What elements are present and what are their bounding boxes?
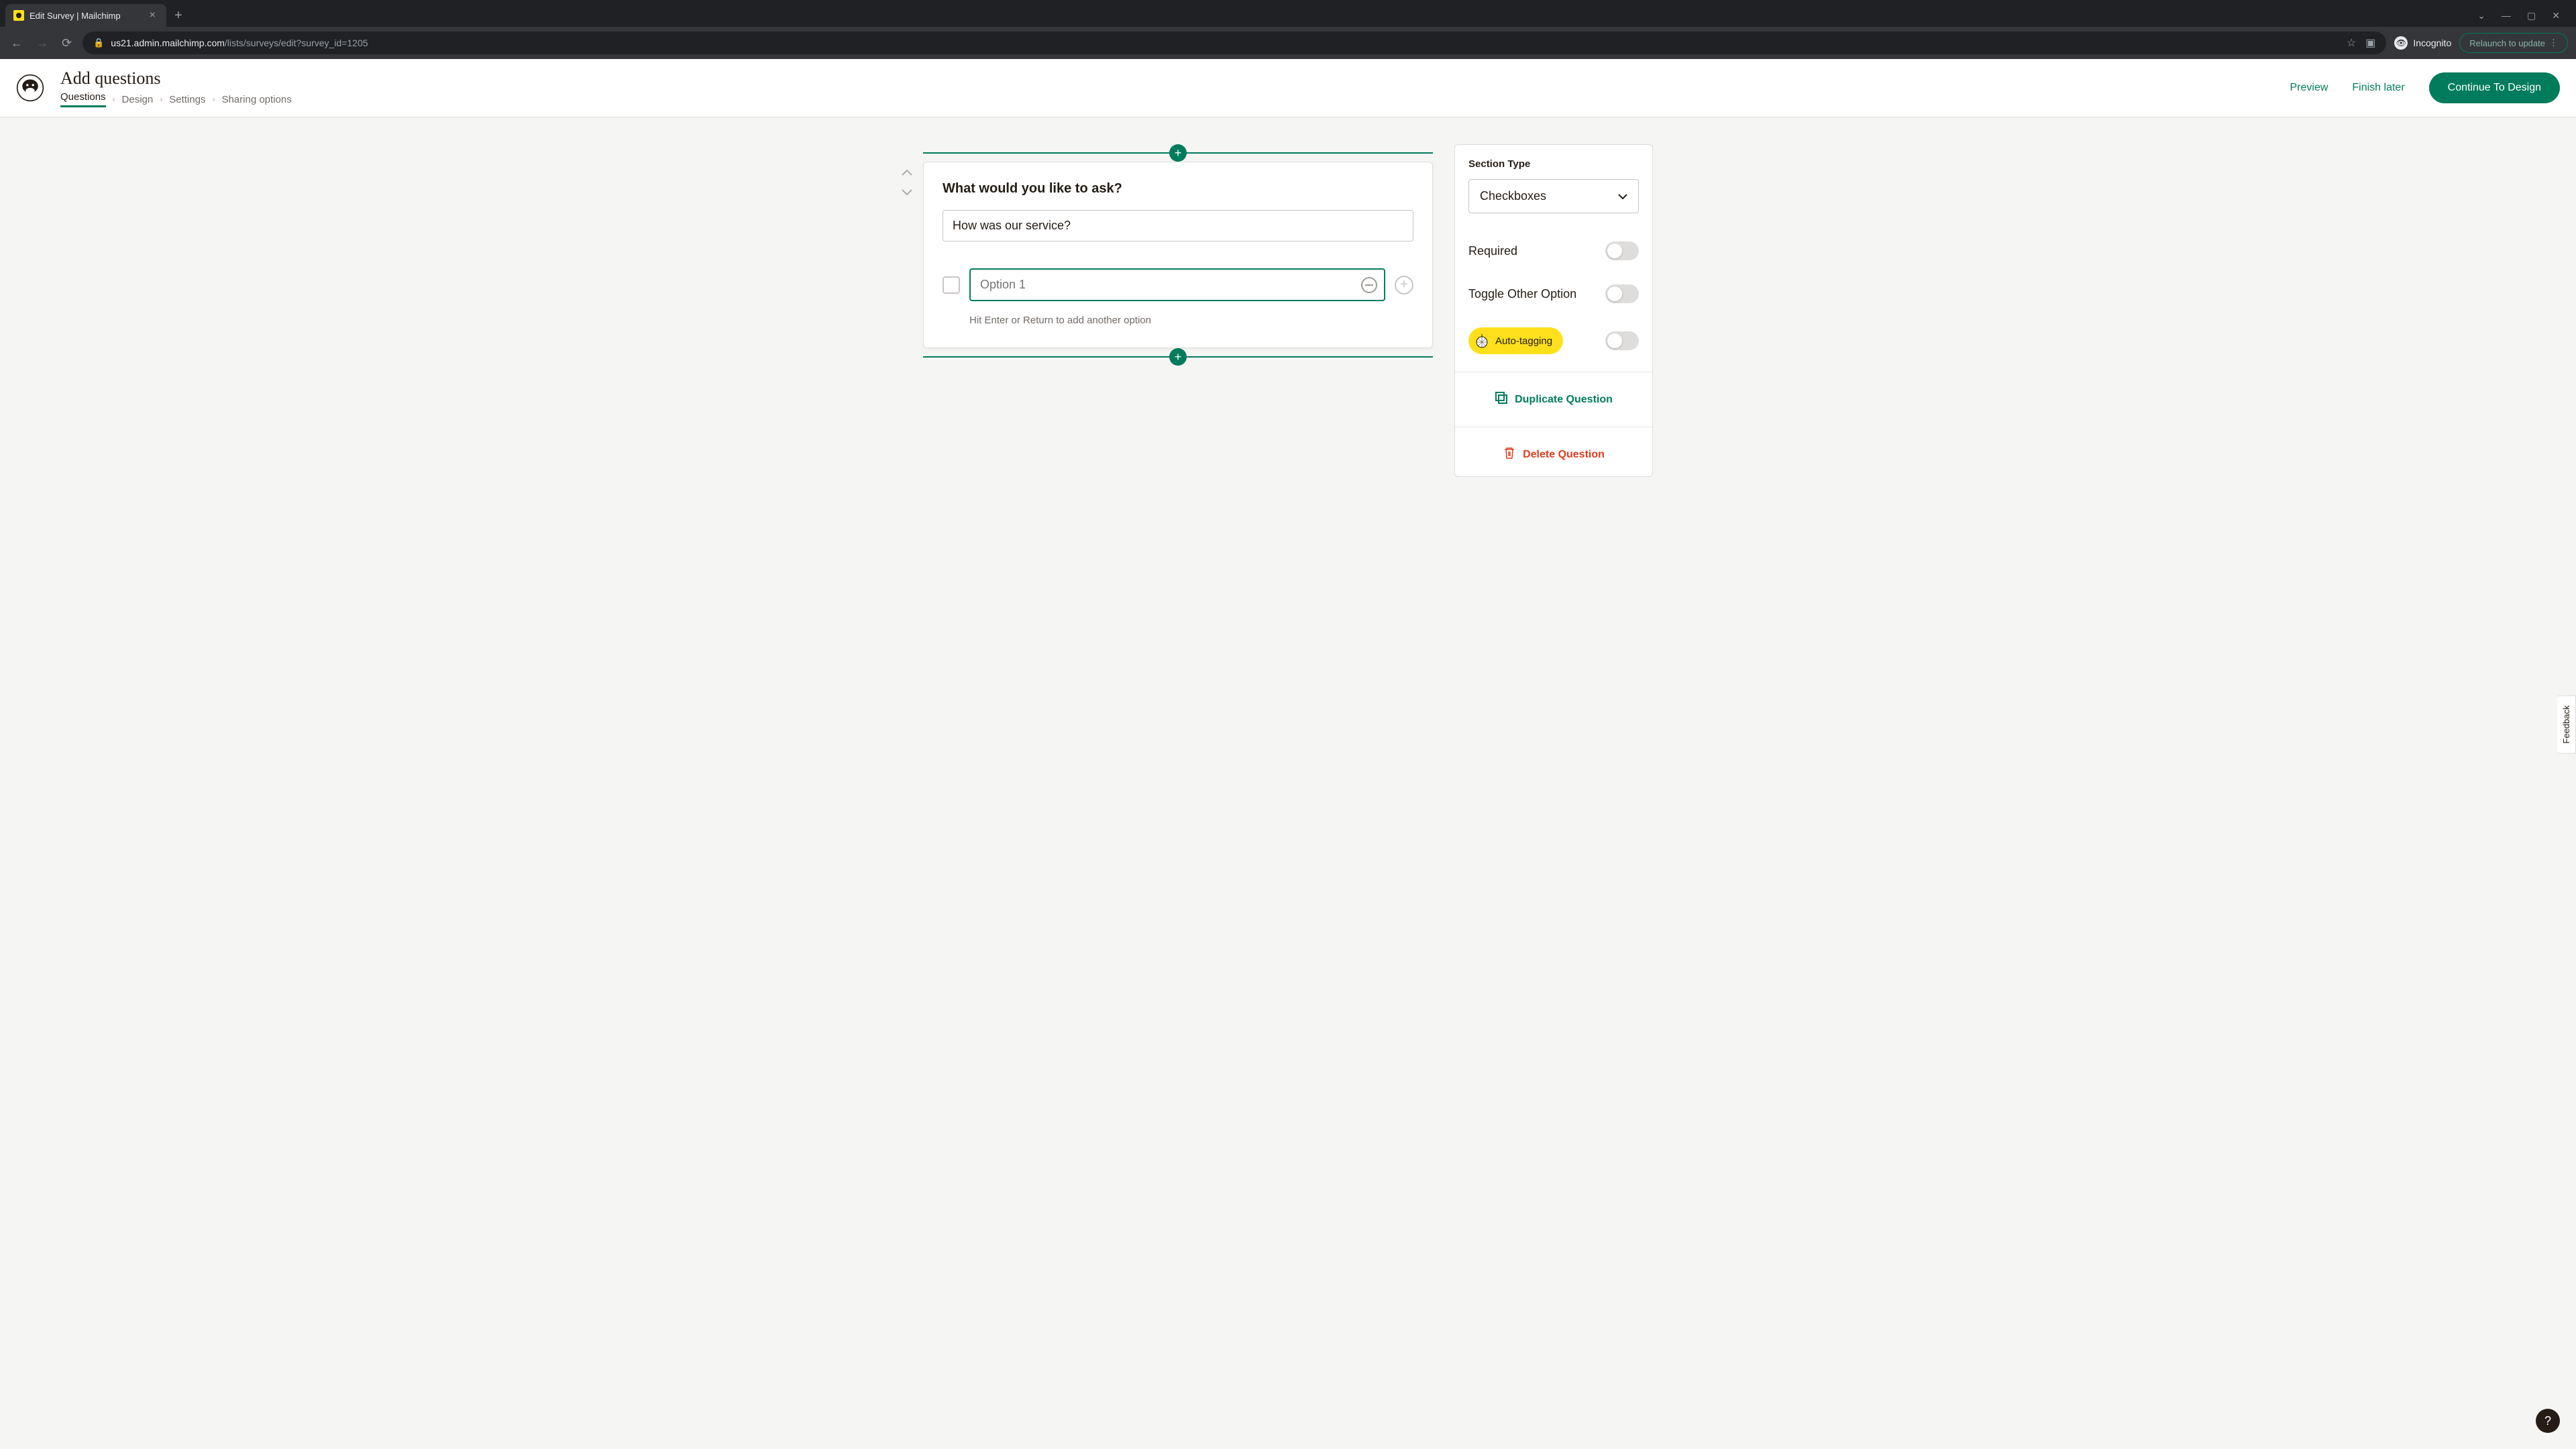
add-question-button[interactable]: + bbox=[1169, 144, 1187, 162]
favicon-icon bbox=[13, 10, 24, 21]
move-up-button[interactable] bbox=[902, 167, 912, 178]
chevron-right-icon: › bbox=[113, 95, 115, 104]
address-bar[interactable]: 🔒 us21.admin.mailchimp.com/lists/surveys… bbox=[83, 32, 2386, 54]
question-text-input[interactable] bbox=[943, 210, 1413, 241]
more-icon: ⋮ bbox=[2549, 38, 2558, 48]
browser-chrome: Edit Survey | Mailchimp × + ⌄ — ▢ ✕ ← → … bbox=[0, 0, 2576, 59]
finish-later-link[interactable]: Finish later bbox=[2352, 82, 2404, 94]
auto-tagging-toggle[interactable] bbox=[1605, 331, 1639, 350]
address-bar-row: ← → ⟳ 🔒 us21.admin.mailchimp.com/lists/s… bbox=[0, 27, 2576, 59]
duplicate-question-button[interactable]: Duplicate Question bbox=[1455, 378, 1652, 421]
relaunch-label: Relaunch to update bbox=[2469, 38, 2545, 48]
toggle-other-toggle[interactable] bbox=[1605, 284, 1639, 303]
mailchimp-logo-icon[interactable] bbox=[16, 74, 44, 102]
breadcrumb-questions[interactable]: Questions bbox=[60, 91, 106, 107]
incognito-label: Incognito bbox=[2413, 38, 2451, 48]
toggle-other-label: Toggle Other Option bbox=[1468, 287, 1576, 301]
add-question-button[interactable]: + bbox=[1169, 348, 1187, 366]
breadcrumb-sharing[interactable]: Sharing options bbox=[221, 94, 291, 105]
minimize-icon[interactable]: — bbox=[2502, 10, 2511, 21]
breadcrumb: Questions › Design › Settings › Sharing … bbox=[60, 91, 2273, 107]
preview-link[interactable]: Preview bbox=[2290, 82, 2328, 94]
help-button[interactable]: ? bbox=[2536, 1409, 2560, 1433]
lock-icon: 🔒 bbox=[93, 38, 104, 48]
toggle-knob bbox=[1607, 333, 1622, 348]
back-button[interactable]: ← bbox=[8, 34, 25, 53]
option-row: + bbox=[943, 268, 1413, 301]
url-path: /lists/surveys/edit?survey_id=1205 bbox=[225, 38, 368, 48]
page-title: Add questions bbox=[60, 68, 2273, 89]
option-input[interactable] bbox=[971, 270, 1361, 300]
section-type-section: Section Type Checkboxes bbox=[1455, 158, 1652, 229]
browser-tab[interactable]: Edit Survey | Mailchimp × bbox=[5, 4, 166, 27]
header-actions: Preview Finish later Continue To Design bbox=[2290, 72, 2560, 103]
url-domain: us21.admin.mailchimp.com bbox=[111, 38, 225, 48]
close-tab-icon[interactable]: × bbox=[147, 9, 158, 21]
remove-option-button[interactable] bbox=[1361, 277, 1377, 293]
auto-tagging-row: Auto-tagging bbox=[1455, 315, 1652, 366]
question-card: What would you like to ask? + Hit Enter … bbox=[923, 162, 1433, 348]
relaunch-button[interactable]: Relaunch to update ⋮ bbox=[2459, 33, 2568, 53]
maximize-icon[interactable]: ▢ bbox=[2527, 10, 2536, 21]
breadcrumb-settings[interactable]: Settings bbox=[169, 94, 205, 105]
window-controls: ⌄ — ▢ ✕ bbox=[2477, 10, 2571, 21]
duplicate-label: Duplicate Question bbox=[1515, 394, 1613, 406]
option-input-wrap bbox=[969, 268, 1385, 301]
reorder-controls bbox=[902, 167, 912, 198]
disco-ball-icon bbox=[1474, 333, 1490, 349]
chevron-right-icon: › bbox=[160, 95, 162, 104]
trash-icon bbox=[1503, 446, 1516, 463]
section-type-value: Checkboxes bbox=[1480, 189, 1546, 203]
required-label: Required bbox=[1468, 244, 1517, 258]
add-question-divider-top: + bbox=[923, 152, 1433, 154]
app-header: Add questions Questions › Design › Setti… bbox=[0, 59, 2576, 117]
config-panel: Section Type Checkboxes Required Toggle … bbox=[1454, 144, 1653, 477]
panel-icon[interactable]: ▣ bbox=[2365, 36, 2375, 50]
move-down-button[interactable] bbox=[902, 187, 912, 198]
chevron-down-icon[interactable]: ⌄ bbox=[2477, 10, 2485, 21]
delete-label: Delete Question bbox=[1523, 449, 1605, 461]
forward-button[interactable]: → bbox=[34, 34, 51, 53]
header-title-block: Add questions Questions › Design › Setti… bbox=[60, 68, 2273, 107]
main-content: + What would you like to ask? bbox=[0, 117, 2576, 504]
section-type-label: Section Type bbox=[1468, 158, 1639, 170]
section-type-select[interactable]: Checkboxes bbox=[1468, 179, 1639, 213]
auto-tagging-label: Auto-tagging bbox=[1495, 335, 1552, 347]
tab-bar: Edit Survey | Mailchimp × + ⌄ — ▢ ✕ bbox=[0, 0, 2576, 27]
required-toggle[interactable] bbox=[1605, 241, 1639, 260]
auto-tagging-badge: Auto-tagging bbox=[1468, 327, 1563, 354]
tab-title: Edit Survey | Mailchimp bbox=[30, 11, 142, 21]
new-tab-button[interactable]: + bbox=[174, 8, 182, 23]
delete-question-button[interactable]: Delete Question bbox=[1455, 433, 1652, 476]
toggle-knob bbox=[1607, 286, 1622, 301]
toggle-knob bbox=[1607, 244, 1622, 258]
chevron-down-icon bbox=[1618, 189, 1627, 203]
chevron-right-icon: › bbox=[212, 95, 215, 104]
question-prompt-label: What would you like to ask? bbox=[943, 181, 1413, 197]
add-question-divider-bottom: + bbox=[923, 356, 1433, 358]
duplicate-icon bbox=[1495, 391, 1508, 408]
question-area: + What would you like to ask? bbox=[923, 144, 1433, 366]
url-text: us21.admin.mailchimp.com/lists/surveys/e… bbox=[111, 38, 368, 48]
option-hint: Hit Enter or Return to add another optio… bbox=[969, 315, 1413, 326]
breadcrumb-design[interactable]: Design bbox=[122, 94, 154, 105]
option-checkbox[interactable] bbox=[943, 276, 960, 294]
feedback-tab[interactable]: Feedback bbox=[2557, 695, 2576, 753]
required-row: Required bbox=[1455, 229, 1652, 272]
reload-button[interactable]: ⟳ bbox=[59, 34, 74, 53]
continue-button[interactable]: Continue To Design bbox=[2429, 72, 2560, 103]
toggle-other-row: Toggle Other Option bbox=[1455, 272, 1652, 315]
incognito-icon: 👁 bbox=[2394, 36, 2408, 50]
add-option-button[interactable]: + bbox=[1395, 276, 1413, 294]
incognito-badge[interactable]: 👁 Incognito bbox=[2394, 36, 2451, 50]
star-icon[interactable]: ☆ bbox=[2347, 36, 2356, 50]
address-actions: ☆ ▣ bbox=[2347, 36, 2375, 50]
close-window-icon[interactable]: ✕ bbox=[2552, 10, 2560, 21]
